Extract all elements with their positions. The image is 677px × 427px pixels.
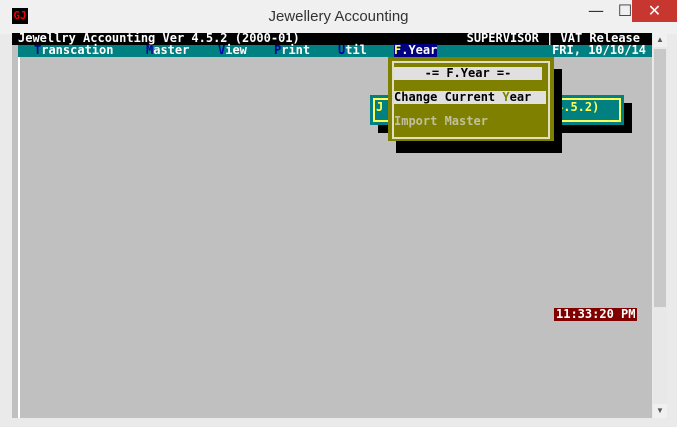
console-area: Jewellry Accounting Ver 4.5.2 (2000-01) … (12, 33, 652, 418)
fyear-dropdown: -= F.Year =- Change Current Year Import … (388, 57, 554, 141)
panel-shadow-side (624, 103, 632, 133)
app-window: GJ Jewellery Accounting — ☐ ✕ Jewellry A… (0, 0, 677, 427)
window-title: Jewellery Accounting (268, 8, 409, 25)
menu-item-change-current-year[interactable]: Change Current Year (394, 91, 546, 104)
menu-master[interactable]: Master (146, 44, 189, 57)
title-bar: GJ Jewellery Accounting — ☐ ✕ (0, 0, 677, 34)
menu-fyear[interactable]: F.Year (394, 44, 438, 57)
dropdown-shadow-bottom (396, 141, 562, 153)
minimize-button[interactable]: — (582, 0, 610, 22)
date-display: FRI, 10/10/14 (552, 43, 646, 57)
dropdown-title: -= F.Year =- (394, 67, 542, 80)
close-button[interactable]: ✕ (632, 0, 677, 22)
menu-bar: Transcation Master View Print Util F.Yea… (18, 43, 652, 57)
menu-transcation[interactable]: Transcation (34, 44, 113, 57)
menu-view[interactable]: View (218, 44, 247, 57)
menu-print[interactable]: Print (274, 44, 310, 57)
vertical-scrollbar[interactable]: ▲ ▼ (653, 33, 667, 418)
info-panel-version-text: 4.5.2) (556, 100, 600, 114)
scroll-up-arrow-icon[interactable]: ▲ (653, 33, 667, 47)
menu-item-import-master[interactable]: Import Master (394, 115, 488, 128)
info-panel-left-text: J (376, 100, 384, 114)
console-border-line (18, 57, 20, 418)
scrollbar-thumb[interactable] (654, 49, 666, 307)
clock-display: 11:33:20 PM (554, 307, 638, 321)
scroll-down-arrow-icon[interactable]: ▼ (653, 404, 667, 418)
menu-util[interactable]: Util (338, 44, 367, 57)
